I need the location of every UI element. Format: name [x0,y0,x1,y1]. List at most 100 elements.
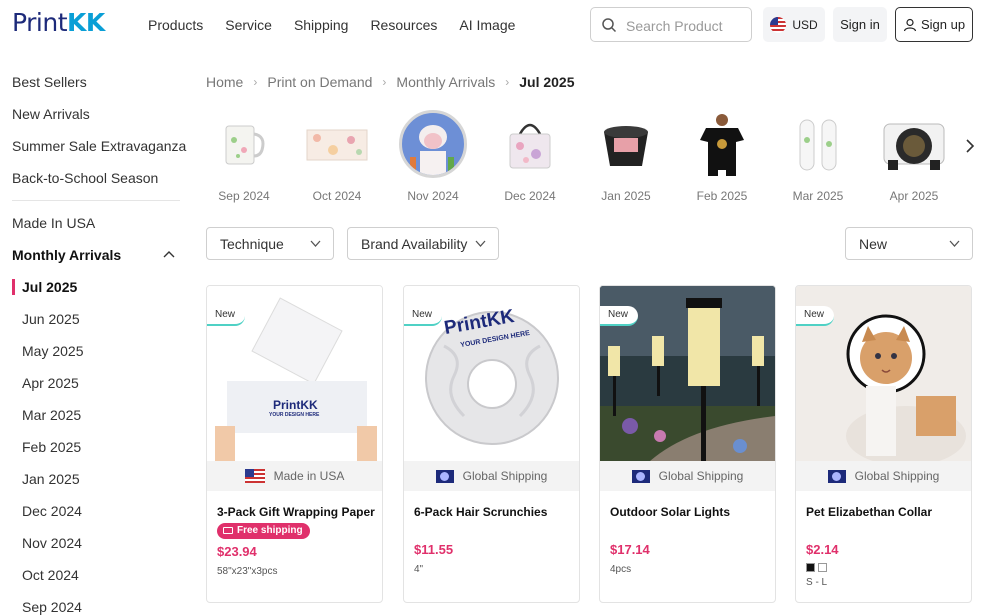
glass-mug-icon [210,110,278,178]
color-swatch-black[interactable] [806,563,815,572]
carousel-month-nov-2024[interactable]: Nov 2024 [395,110,471,203]
sidebar-item-back-to-school[interactable]: Back-to-School Season [12,170,158,186]
search-input[interactable]: Search Product [590,7,752,42]
sidebar-divider [12,200,180,201]
sign-in-button[interactable]: Sign in [833,7,887,42]
sign-up-button[interactable]: Sign up [895,7,973,42]
shipping-label: Global Shipping [854,469,940,483]
currency-selector[interactable]: USD [763,7,825,42]
breadcrumb-home[interactable]: Home [206,74,243,90]
product-title[interactable]: Outdoor Solar Lights [610,505,768,519]
breadcrumb-separator: › [253,75,258,89]
sidebar-month-sep-2024[interactable]: Sep 2024 [22,599,82,615]
sidebar-month-dec-2024[interactable]: Dec 2024 [22,503,82,519]
us-flag-icon [244,469,265,483]
breadcrumb-monthly-arrivals[interactable]: Monthly Arrivals [396,74,495,90]
sidebar-month-jun-2025[interactable]: Jun 2025 [22,311,80,327]
carousel-month-label: Sep 2024 [218,189,270,203]
nav-ai-image[interactable]: AI Image [459,17,515,33]
sign-up-label: Sign up [920,17,966,32]
user-icon [903,18,917,31]
logo-print-text: Print [12,8,68,37]
sidebar-monthly-arrivals-title[interactable]: Monthly Arrivals [12,247,121,263]
shipping-label: Global Shipping [658,469,744,483]
product-title[interactable]: 6-Pack Hair Scrunchies [414,505,572,519]
nav-shipping[interactable]: Shipping [294,17,349,33]
brand-filter-label: Brand Availability [361,236,468,252]
tire-cover-icon [880,110,948,178]
carousel-month-dec-2024[interactable]: Dec 2024 [492,110,568,203]
nav-service[interactable]: Service [225,17,272,33]
chevron-down-icon [475,240,486,247]
sidebar-month-nov-2024[interactable]: Nov 2024 [22,535,82,551]
nav-products[interactable]: Products [148,17,203,33]
logo-kk-text: KK [67,8,105,37]
carousel-month-label: Feb 2025 [696,189,748,203]
product-price: $2.14 [806,542,839,557]
color-swatch-white[interactable] [818,563,827,572]
month-carousel: Sep 2024 Oct 2024 Nov 2024 Dec 2024 Jan … [206,110,966,210]
global-shipping-bar: Global Shipping [796,461,971,491]
carousel-month-oct-2024[interactable]: Oct 2024 [299,110,375,203]
nav-resources[interactable]: Resources [370,17,437,33]
sort-select[interactable]: New [845,227,973,260]
product-spec: 4" [414,564,424,575]
product-spec: 58"x23"x3pcs [217,566,278,577]
shipping-label: Made in USA [273,469,345,483]
main-nav: Products Service Shipping Resources AI I… [148,17,537,33]
free-shipping-badge: Free shipping [217,523,310,539]
sidebar-month-may-2025[interactable]: May 2025 [22,343,83,359]
search-placeholder: Search Product [626,18,723,34]
carousel-month-label: Apr 2025 [889,189,939,203]
carousel-month-mar-2025[interactable]: Mar 2025 [780,110,856,203]
floral-handbag-icon [496,110,564,178]
technique-filter[interactable]: Technique [206,227,334,260]
new-badge: New [207,306,246,326]
product-title[interactable]: Pet Elizabethan Collar [806,505,964,519]
carousel-month-apr-2025[interactable]: Apr 2025 [876,110,952,203]
currency-label: USD [792,17,818,32]
global-shipping-bar: Global Shipping [600,461,775,491]
chevron-up-icon[interactable] [163,250,175,260]
sidebar-month-feb-2025[interactable]: Feb 2025 [22,439,81,455]
active-indicator [12,279,15,295]
breadcrumb-separator: › [382,75,387,89]
carousel-month-label: Oct 2024 [312,189,362,203]
product-card[interactable]: PrintKK YOUR DESIGN HERE New Global Ship… [403,285,580,603]
breadcrumb-current: Jul 2025 [519,74,575,90]
sidebar-month-mar-2025[interactable]: Mar 2025 [22,407,81,423]
new-badge: New [404,306,443,326]
sheep-painting-icon [399,110,467,178]
sidebar-item-made-in-usa[interactable]: Made In USA [12,215,95,231]
sidebar-month-apr-2025[interactable]: Apr 2025 [22,375,79,391]
globe-icon [631,469,650,483]
sidebar-item-best-sellers[interactable]: Best Sellers [12,74,87,90]
brand-logo-sub: YOUR DESIGN HERE [269,412,320,418]
carousel-month-jan-2025[interactable]: Jan 2025 [588,110,664,203]
new-badge: New [796,306,835,326]
product-card[interactable]: PrintKK YOUR DESIGN HERE New Made in USA… [206,285,383,603]
sidebar-month-oct-2024[interactable]: Oct 2024 [22,567,79,583]
carousel-month-sep-2024[interactable]: Sep 2024 [206,110,282,203]
sidebar-item-new-arrivals[interactable]: New Arrivals [12,106,90,122]
sidebar-month-jul-2025[interactable]: Jul 2025 [22,279,77,295]
carousel-month-feb-2025[interactable]: Feb 2025 [684,110,760,203]
globe-icon [827,469,846,483]
product-spec: S - L [806,577,828,588]
sidebar-month-jan-2025[interactable]: Jan 2025 [22,471,80,487]
floral-mat-icon [303,110,371,178]
black-tshirt-icon [688,110,756,178]
chevron-right-icon[interactable] [963,138,977,154]
sidebar-item-summer-sale[interactable]: Summer Sale Extravaganza [12,138,186,154]
product-card[interactable]: New Global Shipping Pet Elizabethan Coll… [795,285,972,603]
brand-availability-filter[interactable]: Brand Availability [347,227,499,260]
made-in-usa-bar: Made in USA [207,461,382,491]
breadcrumb-print-on-demand[interactable]: Print on Demand [267,74,372,90]
carousel-month-label: Nov 2024 [407,189,459,203]
product-card[interactable]: New Global Shipping Outdoor Solar Lights… [599,285,776,603]
white-sneakers-icon [784,110,852,178]
printkk-logo[interactable]: PrintKK [12,8,105,37]
product-price: $11.55 [414,542,454,557]
new-badge: New [600,306,639,326]
product-title[interactable]: 3-Pack Gift Wrapping Paper [217,505,375,519]
